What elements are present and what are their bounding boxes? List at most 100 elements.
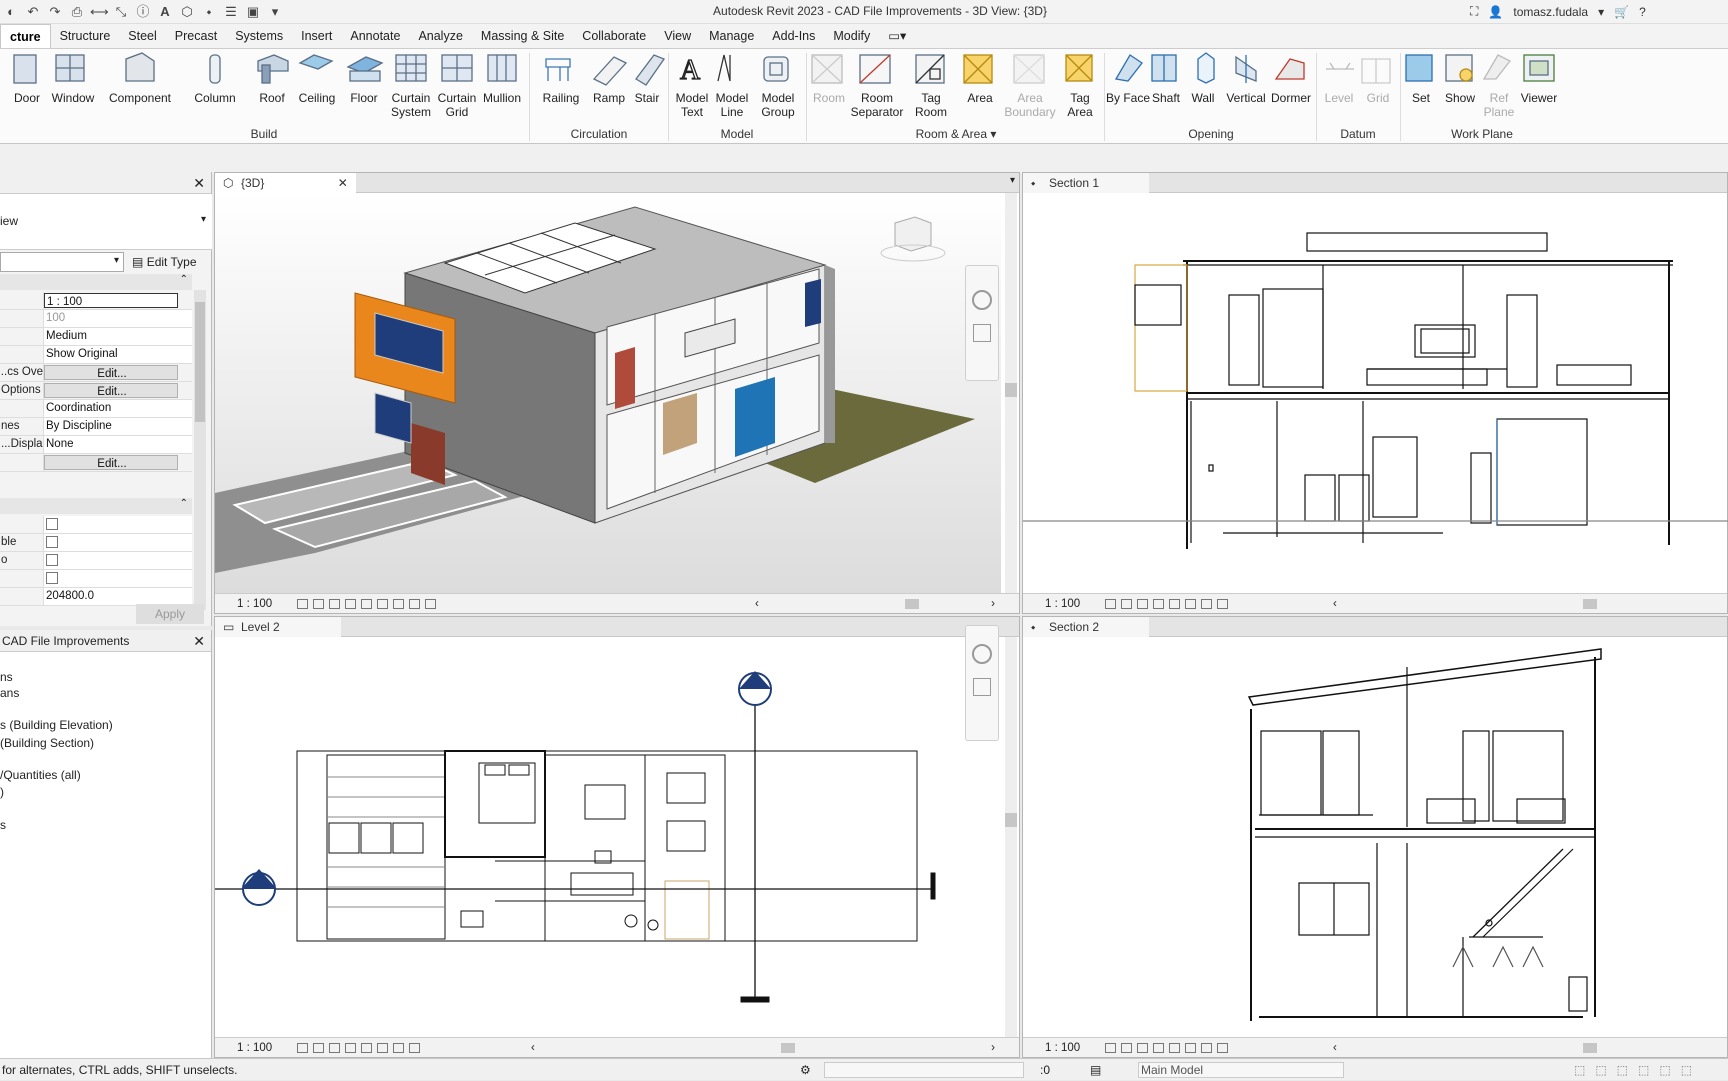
crop-icon[interactable] xyxy=(1169,1042,1180,1053)
hide-isolate-icon[interactable] xyxy=(393,1042,404,1053)
browser-tree-item[interactable]: /Quantities (all) xyxy=(0,768,81,782)
mullion-button[interactable]: Mullion xyxy=(478,91,526,105)
3d-view-icon[interactable]: ⬡ xyxy=(178,4,196,20)
viewport-3d-hscroll[interactable]: ‹ › xyxy=(755,594,995,614)
graphics-group-header[interactable]: ⌃ xyxy=(0,274,192,290)
open-icon[interactable]: ◐ xyxy=(2,4,20,20)
view-scale[interactable]: 1 : 100 xyxy=(237,594,272,614)
property-value[interactable]: 204800.0 xyxy=(44,588,192,605)
room-button[interactable]: Room xyxy=(808,91,850,105)
binoculars-icon[interactable]: ⛶ xyxy=(1470,4,1478,19)
browser-tree-item[interactable]: ans xyxy=(0,686,19,700)
viewport-level-2-hscroll[interactable]: ‹ › xyxy=(531,1038,1001,1058)
property-value[interactable]: Show Original xyxy=(44,346,192,363)
level-2-canvas[interactable] xyxy=(215,637,1001,1037)
door-button[interactable]: Door xyxy=(10,91,44,105)
reveal-icon[interactable] xyxy=(1217,1042,1228,1053)
grid-button[interactable]: Grid xyxy=(1358,91,1398,105)
tab-section-2[interactable]: ⬩ Section 2 xyxy=(1023,617,1149,637)
shadows-icon[interactable] xyxy=(345,598,356,609)
type-selector[interactable]: iew ▾ xyxy=(0,194,212,250)
property-row[interactable]: Coordination xyxy=(0,400,192,418)
set-button[interactable]: Set xyxy=(1402,91,1440,105)
lock-icon[interactable] xyxy=(393,598,404,609)
instance-filter-dropdown[interactable]: ▾ xyxy=(0,252,124,272)
area-boundary-button[interactable]: Area Boundary xyxy=(1002,91,1058,119)
edit-type-button[interactable]: ▤ Edit Type xyxy=(132,252,212,272)
edit-button[interactable]: Edit... xyxy=(44,365,178,380)
measure-icon[interactable]: ⟷ xyxy=(90,4,109,20)
component-button[interactable]: Component xyxy=(100,91,180,105)
ribbon-display-options-icon[interactable]: ▭▾ xyxy=(879,24,915,48)
tab-section-1[interactable]: ⬩ Section 1 xyxy=(1023,173,1149,193)
tab-systems[interactable]: Systems xyxy=(226,24,292,48)
sun-path-icon[interactable] xyxy=(329,598,340,609)
property-value[interactable]: 100 xyxy=(44,310,192,327)
text-icon[interactable]: A xyxy=(156,4,174,20)
model-line-button[interactable]: Model Line xyxy=(712,91,752,119)
property-value[interactable] xyxy=(44,534,192,551)
level-button[interactable]: Level xyxy=(1318,91,1360,105)
property-row[interactable]: cs Ove...Edit... xyxy=(0,364,192,382)
tab-annotate[interactable]: Annotate xyxy=(341,24,409,48)
reveal-icon[interactable] xyxy=(409,1042,420,1053)
close-icon[interactable]: ✕ xyxy=(193,630,205,652)
visual-style-icon[interactable] xyxy=(313,1042,324,1053)
hide-isolate-icon[interactable] xyxy=(1201,1042,1212,1053)
property-value[interactable]: Coordination xyxy=(44,400,192,417)
visual-style-icon[interactable] xyxy=(313,598,324,609)
design-option-dropdown[interactable]: Main Model xyxy=(1138,1062,1344,1078)
shadows-icon[interactable] xyxy=(1153,1042,1164,1053)
tab-steel[interactable]: Steel xyxy=(119,24,166,48)
reveal-icon[interactable] xyxy=(1217,598,1228,609)
floor-button[interactable]: Floor xyxy=(344,91,384,105)
detail-level-icon[interactable] xyxy=(297,1042,308,1053)
property-row[interactable]: Show Original xyxy=(0,346,192,364)
property-value[interactable]: By Discipline xyxy=(44,418,192,435)
chevron-down-icon[interactable]: ▾ xyxy=(201,214,206,225)
sun-path-icon[interactable] xyxy=(1137,598,1148,609)
section-marker[interactable] xyxy=(738,671,772,706)
property-value[interactable]: None xyxy=(44,436,192,453)
aligned-dimension-icon[interactable]: ⤡ xyxy=(112,4,130,20)
worksets-icon[interactable]: ⚙ xyxy=(800,1059,811,1081)
property-row[interactable]: Options Edit... xyxy=(0,382,192,400)
apply-button[interactable]: Apply xyxy=(136,604,204,624)
detail-level-icon[interactable] xyxy=(1105,598,1116,609)
model-text-button[interactable]: Model Text xyxy=(670,91,714,119)
property-row[interactable]: ble xyxy=(0,534,192,552)
detail-level-icon[interactable] xyxy=(1105,1042,1116,1053)
roof-button[interactable]: Roof xyxy=(252,91,292,105)
tab-manage[interactable]: Manage xyxy=(700,24,763,48)
shaft-button[interactable]: Shaft xyxy=(1146,91,1186,105)
by-face-button[interactable]: By Face xyxy=(1106,91,1150,105)
room-separator-button[interactable]: Room Separator xyxy=(850,91,904,119)
property-row[interactable]: Medium xyxy=(0,328,192,346)
navigation-bar[interactable] xyxy=(965,625,999,741)
browser-tree-item[interactable]: (Building Section) xyxy=(0,736,94,750)
user-name[interactable]: tomasz.fudala xyxy=(1513,5,1588,19)
hide-isolate-icon[interactable] xyxy=(1201,598,1212,609)
navigation-bar[interactable] xyxy=(965,265,999,381)
model-group-button[interactable]: Model Group xyxy=(754,91,802,119)
checkbox[interactable] xyxy=(46,554,58,566)
checkbox[interactable] xyxy=(46,572,58,584)
tab-collaborate[interactable]: Collaborate xyxy=(573,24,655,48)
tab-3d[interactable]: ⬡ {3D} ✕ xyxy=(215,173,356,193)
visual-style-icon[interactable] xyxy=(1121,598,1132,609)
viewport-3d[interactable]: ⬡ {3D} ✕ ▾ 1: 100 ‹ › xyxy=(214,172,1020,614)
switch-windows-icon[interactable]: ▣ xyxy=(244,4,262,20)
property-row[interactable]: nes By Discipline xyxy=(0,418,192,436)
property-value[interactable] xyxy=(44,570,192,587)
show-crop-icon[interactable] xyxy=(377,598,388,609)
steering-wheel-icon[interactable] xyxy=(972,644,992,664)
property-value[interactable]: 1 : 100 xyxy=(44,293,178,308)
redo-icon[interactable]: ↷ xyxy=(46,4,64,20)
extents-group-header[interactable]: ⌃ xyxy=(0,498,192,514)
tab-level-2[interactable]: ▭ Level 2 xyxy=(215,617,341,637)
detail-level-icon[interactable] xyxy=(297,598,308,609)
thin-lines-icon[interactable]: ☰ xyxy=(222,4,240,20)
tab-structure[interactable]: Structure xyxy=(51,24,120,48)
hide-isolate-icon[interactable] xyxy=(409,598,420,609)
window-button[interactable]: Window xyxy=(48,91,98,105)
